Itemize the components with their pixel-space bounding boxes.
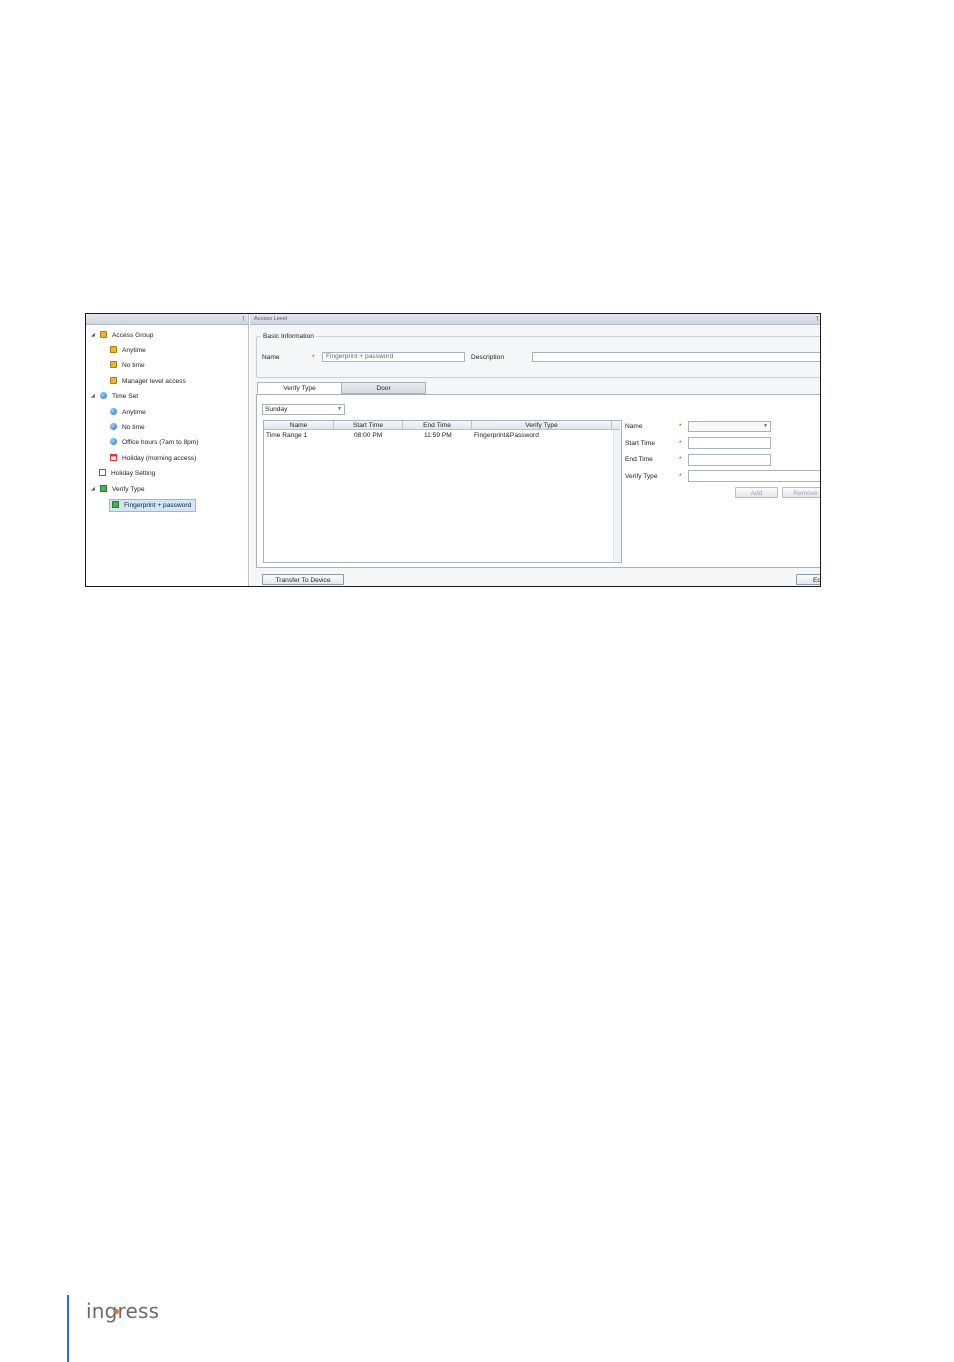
vertical-scrollbar[interactable] xyxy=(613,430,621,561)
cell-start-time: 08:00 PM xyxy=(354,432,383,439)
description-input[interactable] xyxy=(532,352,820,362)
transfer-to-device-button[interactable]: Transfer To Device xyxy=(262,574,344,585)
lock-icon xyxy=(110,376,117,384)
verify-type-select[interactable] xyxy=(688,470,820,482)
tree-node-time-anytime[interactable]: Anytime xyxy=(110,407,146,418)
logo-dot xyxy=(114,1309,119,1314)
tree-node-holiday-morning[interactable]: Holiday (morning access) xyxy=(110,453,196,464)
tree-node-holiday-setting[interactable]: Holiday Setting xyxy=(99,468,155,479)
remove-button[interactable]: Remove xyxy=(782,487,820,498)
tree-node-label: Office hours (7am to 8pm) xyxy=(122,439,199,446)
day-select-value: Sunday xyxy=(265,406,288,413)
check-icon xyxy=(112,500,119,508)
cell-end-time: 11:59 PM xyxy=(424,432,452,439)
tree-node-access-anytime[interactable]: Anytime xyxy=(110,345,146,356)
start-time-input[interactable] xyxy=(688,437,771,449)
required-marker: * xyxy=(679,473,682,480)
basic-information-legend: Basic Information xyxy=(261,333,316,340)
cell-verify-type: Fingerprint&Password xyxy=(474,432,539,439)
access-level-panel: Access Level ⊺ Basic Information Name * … xyxy=(250,314,820,586)
column-header-name[interactable]: Name xyxy=(264,421,334,430)
required-marker: * xyxy=(679,456,682,463)
expander-icon[interactable]: ◢ xyxy=(91,391,95,402)
required-marker: * xyxy=(679,423,682,430)
globe-icon xyxy=(110,407,117,415)
name-label: Name xyxy=(262,354,280,361)
screenshot-frame: ⊺ ◢ Access Group Anytime No time Manager… xyxy=(85,313,821,587)
lock-icon xyxy=(100,330,107,338)
expander-icon[interactable]: ◢ xyxy=(91,330,95,341)
globe-icon xyxy=(110,437,117,445)
chevron-down-icon: ▼ xyxy=(763,423,768,429)
add-button[interactable]: Add xyxy=(735,487,778,498)
tree-panel: ⊺ ◢ Access Group Anytime No time Manager… xyxy=(86,314,249,586)
name-input[interactable]: Fingerprint + password xyxy=(322,352,465,362)
column-header-verify-type[interactable]: Verify Type xyxy=(472,421,612,430)
tree-node-label: Verify Type xyxy=(112,486,145,493)
pin-icon[interactable]: ⊺ xyxy=(815,315,819,325)
tree-node-label: Time Set xyxy=(112,393,139,400)
column-header-start-time[interactable]: Start Time xyxy=(334,421,403,430)
form-name-select[interactable]: ▼ xyxy=(688,421,771,432)
column-header-filler xyxy=(612,421,620,430)
tree-node-label: No time xyxy=(122,424,145,431)
tree-node-label: Fingerprint + password xyxy=(124,502,192,509)
tab-verify-type[interactable]: Verify Type xyxy=(257,382,342,394)
ingress-logo: ingress xyxy=(86,1299,159,1323)
tree-node-access-no-time[interactable]: No time xyxy=(110,360,145,371)
panel-header: Access Level ⊺ xyxy=(250,314,820,325)
cell-name: Time Range 1 xyxy=(266,432,308,439)
tree-node-access-group[interactable]: ◢ Access Group xyxy=(91,330,153,341)
pin-icon[interactable]: ⊺ xyxy=(241,315,245,323)
tree-panel-header: ⊺ xyxy=(86,314,248,325)
day-select[interactable]: Sunday ▼ xyxy=(262,404,345,415)
tree-node-fingerprint-password[interactable]: Fingerprint + password xyxy=(109,499,197,512)
tree-node-label: No time xyxy=(122,362,145,369)
column-header-end-time[interactable]: End Time xyxy=(403,421,472,430)
description-label: Description xyxy=(471,354,504,361)
form-start-time-label: Start Time xyxy=(625,440,656,447)
tree-node-time-set[interactable]: ◢ Time Set xyxy=(91,391,138,402)
globe-icon xyxy=(110,422,117,430)
expander-icon[interactable]: ◢ xyxy=(91,484,95,495)
tree-node-label: Holiday (morning access) xyxy=(122,455,197,462)
calendar-icon xyxy=(110,453,117,461)
form-verify-type-label: Verify Type xyxy=(625,473,658,480)
lock-icon xyxy=(110,360,117,368)
form-name-label: Name xyxy=(625,423,643,430)
tree-node-label: Manager level access xyxy=(122,378,186,385)
check-icon xyxy=(100,484,107,492)
required-marker: * xyxy=(679,440,682,447)
verify-type-tab-content: Sunday ▼ Name Start Time End Time Verify… xyxy=(256,394,820,568)
logo-accent-bar xyxy=(67,1295,69,1362)
tree-node-verify-type[interactable]: ◢ Verify Type xyxy=(91,484,145,495)
end-time-input[interactable] xyxy=(688,454,771,466)
tree-node-label: Access Group xyxy=(112,332,154,339)
tree-node-time-no-time[interactable]: No time xyxy=(110,422,145,433)
logo-text: ingress xyxy=(86,1299,160,1323)
tree-node-label: Anytime xyxy=(122,347,146,354)
tree-node-label: Holiday Setting xyxy=(111,470,156,477)
globe-icon xyxy=(100,391,107,399)
panel-title: Access Level xyxy=(254,316,287,322)
tree-node-office-hours[interactable]: Office hours (7am to 8pm) xyxy=(110,437,198,448)
form-end-time-label: End Time xyxy=(625,456,653,463)
time-range-grid: Name Start Time End Time Verify Type Tim… xyxy=(263,420,622,563)
tree-node-label: Anytime xyxy=(122,409,146,416)
tab-door[interactable]: Door xyxy=(341,382,426,394)
edit-button[interactable]: Ed xyxy=(796,574,820,585)
required-marker: * xyxy=(312,354,315,361)
tree-node-manager-access[interactable]: Manager level access xyxy=(110,376,186,387)
calendar-icon xyxy=(99,468,106,476)
chevron-down-icon: ▼ xyxy=(337,406,342,412)
lock-icon xyxy=(110,345,117,353)
